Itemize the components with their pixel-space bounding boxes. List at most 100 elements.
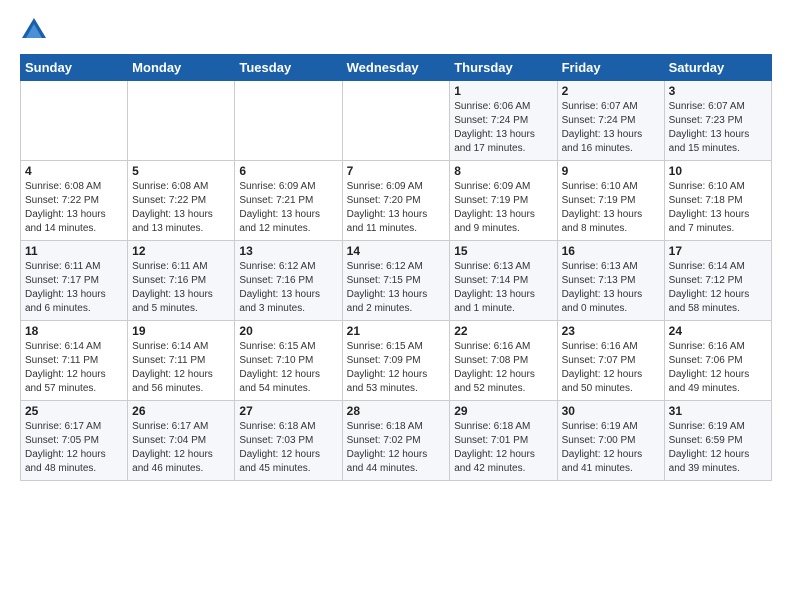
day-number: 30 [562,404,660,418]
calendar-cell: 3 Sunrise: 6:07 AM Sunset: 7:23 PM Daylig… [664,81,771,161]
calendar-cell: 7 Sunrise: 6:09 AM Sunset: 7:20 PM Daylig… [342,161,450,241]
day-info: Sunrise: 6:08 AM Sunset: 7:22 PM Dayligh… [25,180,123,236]
calendar-cell [235,81,342,161]
calendar-cell: 28 Sunrise: 6:18 AM Sunset: 7:02 PM Dayli… [342,401,450,481]
day-info: Sunrise: 6:16 AM Sunset: 7:07 PM Dayligh… [562,340,660,396]
day-info: Sunrise: 6:12 AM Sunset: 7:15 PM Dayligh… [347,260,446,316]
day-number: 8 [454,164,552,178]
day-info: Sunrise: 6:14 AM Sunset: 7:11 PM Dayligh… [25,340,123,396]
calendar-cell: 5 Sunrise: 6:08 AM Sunset: 7:22 PM Daylig… [128,161,235,241]
day-info: Sunrise: 6:17 AM Sunset: 7:05 PM Dayligh… [25,420,123,476]
calendar-cell: 13 Sunrise: 6:12 AM Sunset: 7:16 PM Dayli… [235,241,342,321]
day-info: Sunrise: 6:06 AM Sunset: 7:24 PM Dayligh… [454,100,552,156]
day-number: 5 [132,164,230,178]
calendar-cell: 24Sunrise: 6:16 AM Sunset: 7:06 PM Dayli… [664,321,771,401]
day-number: 1 [454,84,552,98]
calendar-cell: 14 Sunrise: 6:12 AM Sunset: 7:15 PM Dayli… [342,241,450,321]
calendar-cell: 27 Sunrise: 6:18 AM Sunset: 7:03 PM Dayli… [235,401,342,481]
day-number: 10 [669,164,767,178]
day-info: Sunrise: 6:19 AM Sunset: 6:59 PM Dayligh… [669,420,767,476]
calendar-cell: 15 Sunrise: 6:13 AM Sunset: 7:14 PM Dayli… [450,241,557,321]
day-number: 2 [562,84,660,98]
calendar-cell: 23Sunrise: 6:16 AM Sunset: 7:07 PM Dayli… [557,321,664,401]
day-number: 4 [25,164,123,178]
day-info: Sunrise: 6:18 AM Sunset: 7:02 PM Dayligh… [347,420,446,476]
day-info: Sunrise: 6:18 AM Sunset: 7:03 PM Dayligh… [239,420,337,476]
weekday-header-friday: Friday [557,55,664,81]
calendar-cell: 6Sunrise: 6:09 AM Sunset: 7:21 PM Daylig… [235,161,342,241]
day-info: Sunrise: 6:08 AM Sunset: 7:22 PM Dayligh… [132,180,230,236]
logo [20,16,50,44]
weekday-header-saturday: Saturday [664,55,771,81]
day-info: Sunrise: 6:14 AM Sunset: 7:11 PM Dayligh… [132,340,230,396]
calendar-cell: 11 Sunrise: 6:11 AM Sunset: 7:17 PM Dayli… [21,241,128,321]
calendar-cell: 19 Sunrise: 6:14 AM Sunset: 7:11 PM Dayli… [128,321,235,401]
weekday-header-sunday: Sunday [21,55,128,81]
calendar-week-4: 18 Sunrise: 6:14 AM Sunset: 7:11 PM Dayli… [21,321,772,401]
weekday-header-row: SundayMondayTuesdayWednesdayThursdayFrid… [21,55,772,81]
calendar-week-1: 1 Sunrise: 6:06 AM Sunset: 7:24 PM Daylig… [21,81,772,161]
day-number: 11 [25,244,123,258]
calendar-cell [21,81,128,161]
calendar-cell: 10 Sunrise: 6:10 AM Sunset: 7:18 PM Dayli… [664,161,771,241]
calendar-week-3: 11 Sunrise: 6:11 AM Sunset: 7:17 PM Dayli… [21,241,772,321]
day-info: Sunrise: 6:09 AM Sunset: 7:20 PM Dayligh… [347,180,446,236]
day-number: 13 [239,244,337,258]
day-info: Sunrise: 6:15 AM Sunset: 7:10 PM Dayligh… [239,340,337,396]
calendar-cell: 8 Sunrise: 6:09 AM Sunset: 7:19 PM Daylig… [450,161,557,241]
day-number: 21 [347,324,446,338]
day-info: Sunrise: 6:11 AM Sunset: 7:17 PM Dayligh… [25,260,123,316]
day-number: 15 [454,244,552,258]
day-number: 25 [25,404,123,418]
weekday-header-thursday: Thursday [450,55,557,81]
day-info: Sunrise: 6:09 AM Sunset: 7:19 PM Dayligh… [454,180,552,236]
day-info: Sunrise: 6:15 AM Sunset: 7:09 PM Dayligh… [347,340,446,396]
day-info: Sunrise: 6:10 AM Sunset: 7:18 PM Dayligh… [669,180,767,236]
day-number: 7 [347,164,446,178]
calendar-cell: 18 Sunrise: 6:14 AM Sunset: 7:11 PM Dayli… [21,321,128,401]
day-number: 6 [239,164,337,178]
calendar-cell: 30Sunrise: 6:19 AM Sunset: 7:00 PM Dayli… [557,401,664,481]
calendar-week-2: 4 Sunrise: 6:08 AM Sunset: 7:22 PM Daylig… [21,161,772,241]
calendar-cell: 4 Sunrise: 6:08 AM Sunset: 7:22 PM Daylig… [21,161,128,241]
day-number: 29 [454,404,552,418]
calendar-cell: 16 Sunrise: 6:13 AM Sunset: 7:13 PM Dayli… [557,241,664,321]
calendar-cell [128,81,235,161]
day-number: 14 [347,244,446,258]
calendar-week-5: 25 Sunrise: 6:17 AM Sunset: 7:05 PM Dayli… [21,401,772,481]
calendar-cell: 12 Sunrise: 6:11 AM Sunset: 7:16 PM Dayli… [128,241,235,321]
day-info: Sunrise: 6:16 AM Sunset: 7:08 PM Dayligh… [454,340,552,396]
day-info: Sunrise: 6:16 AM Sunset: 7:06 PM Dayligh… [669,340,767,396]
day-number: 18 [25,324,123,338]
day-number: 19 [132,324,230,338]
day-info: Sunrise: 6:13 AM Sunset: 7:14 PM Dayligh… [454,260,552,316]
day-info: Sunrise: 6:13 AM Sunset: 7:13 PM Dayligh… [562,260,660,316]
logo-icon [20,16,48,44]
day-info: Sunrise: 6:17 AM Sunset: 7:04 PM Dayligh… [132,420,230,476]
day-info: Sunrise: 6:11 AM Sunset: 7:16 PM Dayligh… [132,260,230,316]
calendar-cell: 2 Sunrise: 6:07 AM Sunset: 7:24 PM Daylig… [557,81,664,161]
day-info: Sunrise: 6:18 AM Sunset: 7:01 PM Dayligh… [454,420,552,476]
calendar-cell: 31 Sunrise: 6:19 AM Sunset: 6:59 PM Dayli… [664,401,771,481]
day-number: 27 [239,404,337,418]
calendar-cell: 9 Sunrise: 6:10 AM Sunset: 7:19 PM Daylig… [557,161,664,241]
day-number: 16 [562,244,660,258]
calendar-cell [342,81,450,161]
day-number: 12 [132,244,230,258]
day-info: Sunrise: 6:14 AM Sunset: 7:12 PM Dayligh… [669,260,767,316]
day-number: 17 [669,244,767,258]
day-info: Sunrise: 6:10 AM Sunset: 7:19 PM Dayligh… [562,180,660,236]
day-number: 3 [669,84,767,98]
day-number: 28 [347,404,446,418]
day-info: Sunrise: 6:07 AM Sunset: 7:24 PM Dayligh… [562,100,660,156]
weekday-header-wednesday: Wednesday [342,55,450,81]
calendar-cell: 22Sunrise: 6:16 AM Sunset: 7:08 PM Dayli… [450,321,557,401]
calendar-cell: 21 Sunrise: 6:15 AM Sunset: 7:09 PM Dayli… [342,321,450,401]
day-info: Sunrise: 6:07 AM Sunset: 7:23 PM Dayligh… [669,100,767,156]
day-info: Sunrise: 6:12 AM Sunset: 7:16 PM Dayligh… [239,260,337,316]
weekday-header-monday: Monday [128,55,235,81]
weekday-header-tuesday: Tuesday [235,55,342,81]
day-number: 9 [562,164,660,178]
header [20,16,772,44]
day-number: 31 [669,404,767,418]
